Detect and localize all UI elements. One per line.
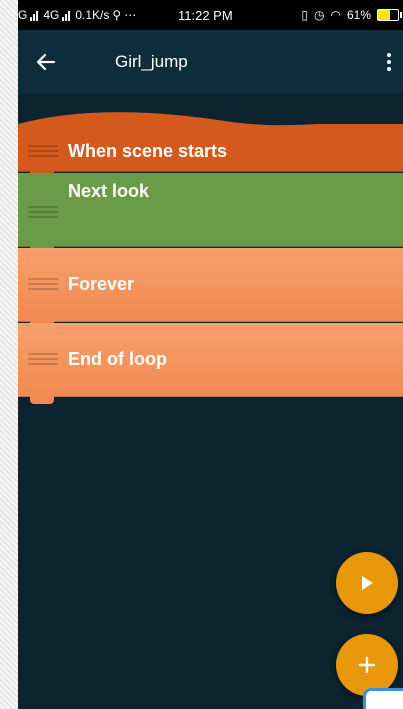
status-right: ▯ ◷ ◠ 61%	[301, 8, 403, 22]
vibrate-icon: ▯	[301, 8, 308, 22]
more-notifications-icon: ⋯	[124, 8, 137, 22]
brick-connector	[30, 396, 54, 404]
back-button[interactable]	[18, 30, 74, 94]
phone-screen: G 4G 0.1K/s ⚲ ⋯ 11:22 PM ▯ ◷ ◠ 61% Girl_…	[18, 0, 403, 709]
brick-label: End of loop	[68, 349, 167, 369]
script-area: When scene starts Next look Forever End …	[18, 94, 403, 709]
battery-icon	[377, 9, 402, 21]
arrow-left-icon	[36, 53, 56, 71]
alarm-icon: ◷	[314, 8, 325, 22]
signal-icon	[30, 10, 39, 21]
page-title: Girl_jump	[115, 52, 188, 71]
drag-handle-icon[interactable]	[28, 206, 58, 220]
overflow-menu-button[interactable]	[377, 46, 401, 78]
drag-handle-icon[interactable]	[28, 352, 58, 367]
signal-icon-2	[62, 10, 71, 21]
network-type: 4G	[43, 8, 60, 22]
brick-label: When scene starts	[68, 141, 228, 161]
brick-when-scene-starts[interactable]: When scene starts	[18, 132, 403, 179]
background-pattern	[0, 0, 18, 709]
status-left: G 4G 0.1K/s ⚲ ⋯	[18, 8, 136, 22]
carrier-label: G	[18, 8, 28, 22]
app-bar: Girl_jump	[18, 30, 403, 94]
battery-percent: 61%	[346, 8, 371, 22]
play-icon	[362, 576, 373, 590]
add-brick-button[interactable]	[336, 634, 398, 696]
drag-handle-icon[interactable]	[28, 277, 58, 292]
wifi-icon: ◠	[330, 8, 341, 22]
floating-overlay-icon[interactable]	[363, 688, 403, 709]
status-time: 11:22 PM	[178, 8, 233, 23]
plus-icon	[358, 656, 376, 674]
brick-next-look[interactable]: Next look	[18, 173, 403, 254]
brick-label: Forever	[68, 274, 135, 294]
brick-label: Next look	[68, 181, 150, 201]
usb-icon: ⚲	[112, 8, 122, 22]
status-bar: G 4G 0.1K/s ⚲ ⋯ 11:22 PM ▯ ◷ ◠ 61%	[18, 0, 403, 30]
drag-handle-icon[interactable]	[28, 144, 58, 159]
more-vert-icon	[387, 53, 391, 57]
network-speed: 0.1K/s	[75, 8, 110, 22]
brick-forever[interactable]: Forever	[18, 248, 403, 329]
brick-end-of-loop[interactable]: End of loop	[18, 323, 403, 404]
play-button[interactable]	[336, 552, 398, 614]
